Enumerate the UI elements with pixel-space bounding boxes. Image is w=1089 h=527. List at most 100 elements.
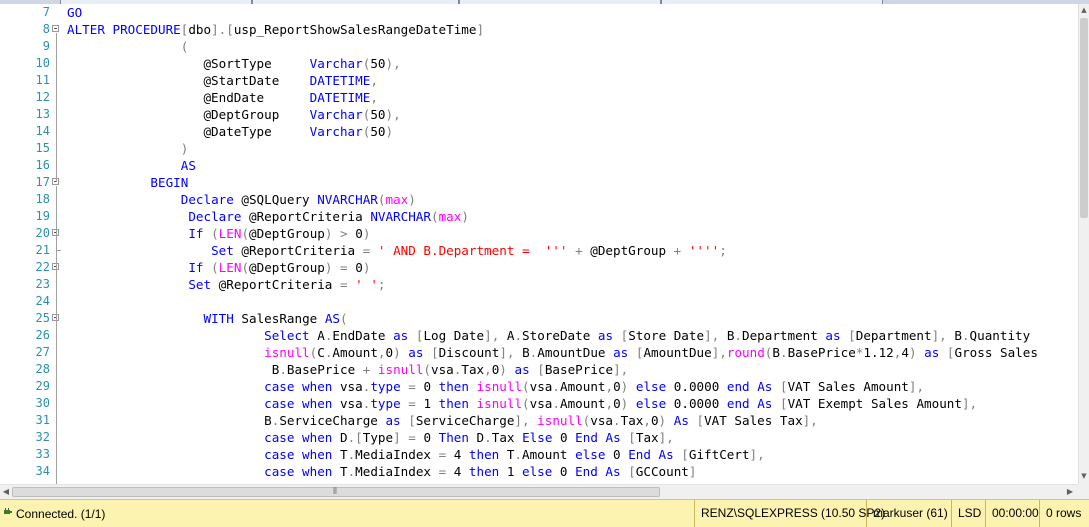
code-line[interactable]: 24	[0, 293, 1078, 310]
scroll-down-arrow-icon[interactable]: ▼	[1079, 470, 1089, 482]
code-token: StoreDate	[522, 328, 598, 343]
code-line[interactable]: 12 @EndDate DATETIME,	[0, 89, 1078, 106]
code-text: If (LEN(@DeptGroup) = 0)	[67, 259, 370, 276]
code-token: )	[180, 141, 189, 156]
code-token: Set	[211, 243, 234, 258]
scroll-left-arrow-icon[interactable]: ◀	[0, 485, 12, 499]
code-line[interactable]: 26 Select A.EndDate as [Log Date], A.Sto…	[0, 327, 1078, 344]
code-line[interactable]: 19 Declare @ReportCriteria NVARCHAR(max)	[0, 208, 1078, 225]
code-token: ],	[711, 345, 727, 360]
horizontal-scrollbar[interactable]: ◀ ⦀ ▶	[0, 484, 1078, 499]
user-name: markuser (61)	[866, 500, 951, 527]
code-line[interactable]: 18 Declare @SQLQuery NVARCHAR(max)	[0, 191, 1078, 208]
code-token: Amount	[522, 447, 576, 462]
horizontal-scroll-thumb[interactable]: ⦀	[12, 487, 660, 497]
code-token: type	[370, 379, 401, 394]
code-line[interactable]: 7 GO	[0, 4, 1078, 21]
code-line[interactable]: 11 @StartDate DATETIME,	[0, 72, 1078, 89]
code-token: ],	[961, 396, 978, 411]
code-line[interactable]: 27 isnull(C.Amount,0) as [Discount], B.A…	[0, 344, 1078, 361]
code-line[interactable]: 29 case when vsa.type = 0 then isnull(vs…	[0, 378, 1078, 395]
code-line[interactable]: 8 ALTER PROCEDURE[dbo].[usp_ReportShowSal…	[0, 21, 1078, 38]
code-line[interactable]: 30 case when vsa.type = 1 then isnull(vs…	[0, 395, 1078, 412]
code-token: NVARCHAR	[317, 192, 378, 207]
code-token: ,	[377, 345, 386, 360]
code-token: BasePrice	[286, 362, 363, 377]
code-text: B.BasePrice + isnull(vsa.Tax,0) as [Base…	[67, 361, 629, 378]
code-token: 0	[415, 430, 439, 445]
code-token: 1	[415, 396, 439, 411]
line-number: 29	[35, 379, 50, 393]
scroll-corner	[1078, 484, 1089, 499]
code-token: GCCount	[635, 464, 689, 479]
code-line[interactable]: 15 )	[0, 140, 1078, 157]
code-token: Tax	[620, 413, 644, 428]
line-number: 9	[42, 39, 50, 53]
code-token: SalesRange	[233, 311, 325, 326]
line-number: 13	[35, 107, 50, 121]
code-token: isnull	[377, 362, 424, 377]
code-token: A	[309, 328, 325, 343]
code-line[interactable]: 22 If (LEN(@DeptGroup) = 0)	[0, 259, 1078, 276]
code-token: else	[635, 379, 667, 394]
code-token: AS	[180, 158, 196, 173]
scroll-right-arrow-icon[interactable]: ▶	[1064, 485, 1076, 499]
code-line[interactable]: 16 AS	[0, 157, 1078, 174]
line-number: 16	[35, 158, 50, 172]
code-token: as	[385, 413, 401, 428]
code-line[interactable]: 13 @DeptGroup Varchar(50),	[0, 106, 1078, 123]
code-line[interactable]: 33 case when T.MediaIndex = 4 then T.Amo…	[0, 446, 1078, 463]
code-line[interactable]: 10 @SortType Varchar(50),	[0, 55, 1078, 72]
code-token: )	[393, 345, 401, 360]
code-line[interactable]: 20 If (LEN(@DeptGroup) > 0)	[0, 225, 1078, 242]
code-token: else	[635, 396, 667, 411]
code-token: case when	[264, 396, 333, 411]
code-token: BEGIN	[150, 175, 189, 190]
code-token: .	[779, 345, 788, 360]
line-number: 18	[35, 192, 50, 206]
code-token: As	[673, 413, 689, 428]
code-token: >	[340, 226, 348, 241]
code-token: ServiceCharge	[279, 413, 386, 428]
vertical-scroll-thumb[interactable]	[1080, 18, 1088, 218]
code-token: .	[961, 328, 970, 343]
code-token: B	[514, 345, 530, 360]
code-line[interactable]: 17 BEGIN	[0, 174, 1078, 191]
code-line[interactable]: 28 B.BasePrice + isnull(vsa.Tax,0) as [B…	[0, 361, 1078, 378]
code-token: EndDate	[332, 328, 394, 343]
code-token: MediaIndex	[355, 447, 439, 462]
code-token: [	[628, 464, 636, 479]
code-line[interactable]: 32 case when D.[Type] = 0 Then D.Tax Els…	[0, 429, 1078, 446]
code-line[interactable]: 9 (	[0, 38, 1078, 55]
code-line[interactable]: 25 WITH SalesRange AS(	[0, 310, 1078, 327]
collapse-toggle-icon[interactable]	[52, 25, 59, 32]
code-token: MediaIndex	[355, 464, 439, 479]
code-token: .	[613, 413, 621, 428]
code-line[interactable]: 31 B.ServiceCharge as [ServiceCharge], i…	[0, 412, 1078, 429]
query-editor[interactable]: 7 GO 8 ALTER PROCEDURE[dbo].[usp_ReportShow…	[0, 4, 1078, 484]
line-number: 12	[35, 90, 50, 104]
code-token: isnull	[537, 413, 583, 428]
code-token: .	[734, 328, 742, 343]
code-token: ,	[370, 73, 378, 88]
elapsed-time: 00:00:00	[985, 500, 1039, 527]
code-line[interactable]: 23 Set @ReportCriteria = ' ';	[0, 276, 1078, 293]
code-line[interactable]: 21 Set @ReportCriteria = ' AND B.Departm…	[0, 242, 1078, 259]
code-token: T	[332, 447, 348, 462]
code-token: as	[825, 328, 841, 343]
code-line[interactable]: 14 @DateType Varchar(50)	[0, 123, 1078, 140]
code-token: LEN	[218, 260, 242, 275]
code-token: case when	[264, 430, 333, 445]
code-line[interactable]: 34 case when T.MediaIndex = 4 then 1 els…	[0, 463, 1078, 480]
scroll-up-arrow-icon[interactable]: ▲	[1079, 4, 1089, 16]
row-count: 0 rows	[1039, 500, 1089, 527]
code-token: vsa	[332, 379, 363, 394]
code-token: vsa	[590, 413, 614, 428]
code-token: Tax	[491, 430, 523, 445]
vertical-scrollbar[interactable]: ▲ ▼	[1078, 4, 1089, 484]
